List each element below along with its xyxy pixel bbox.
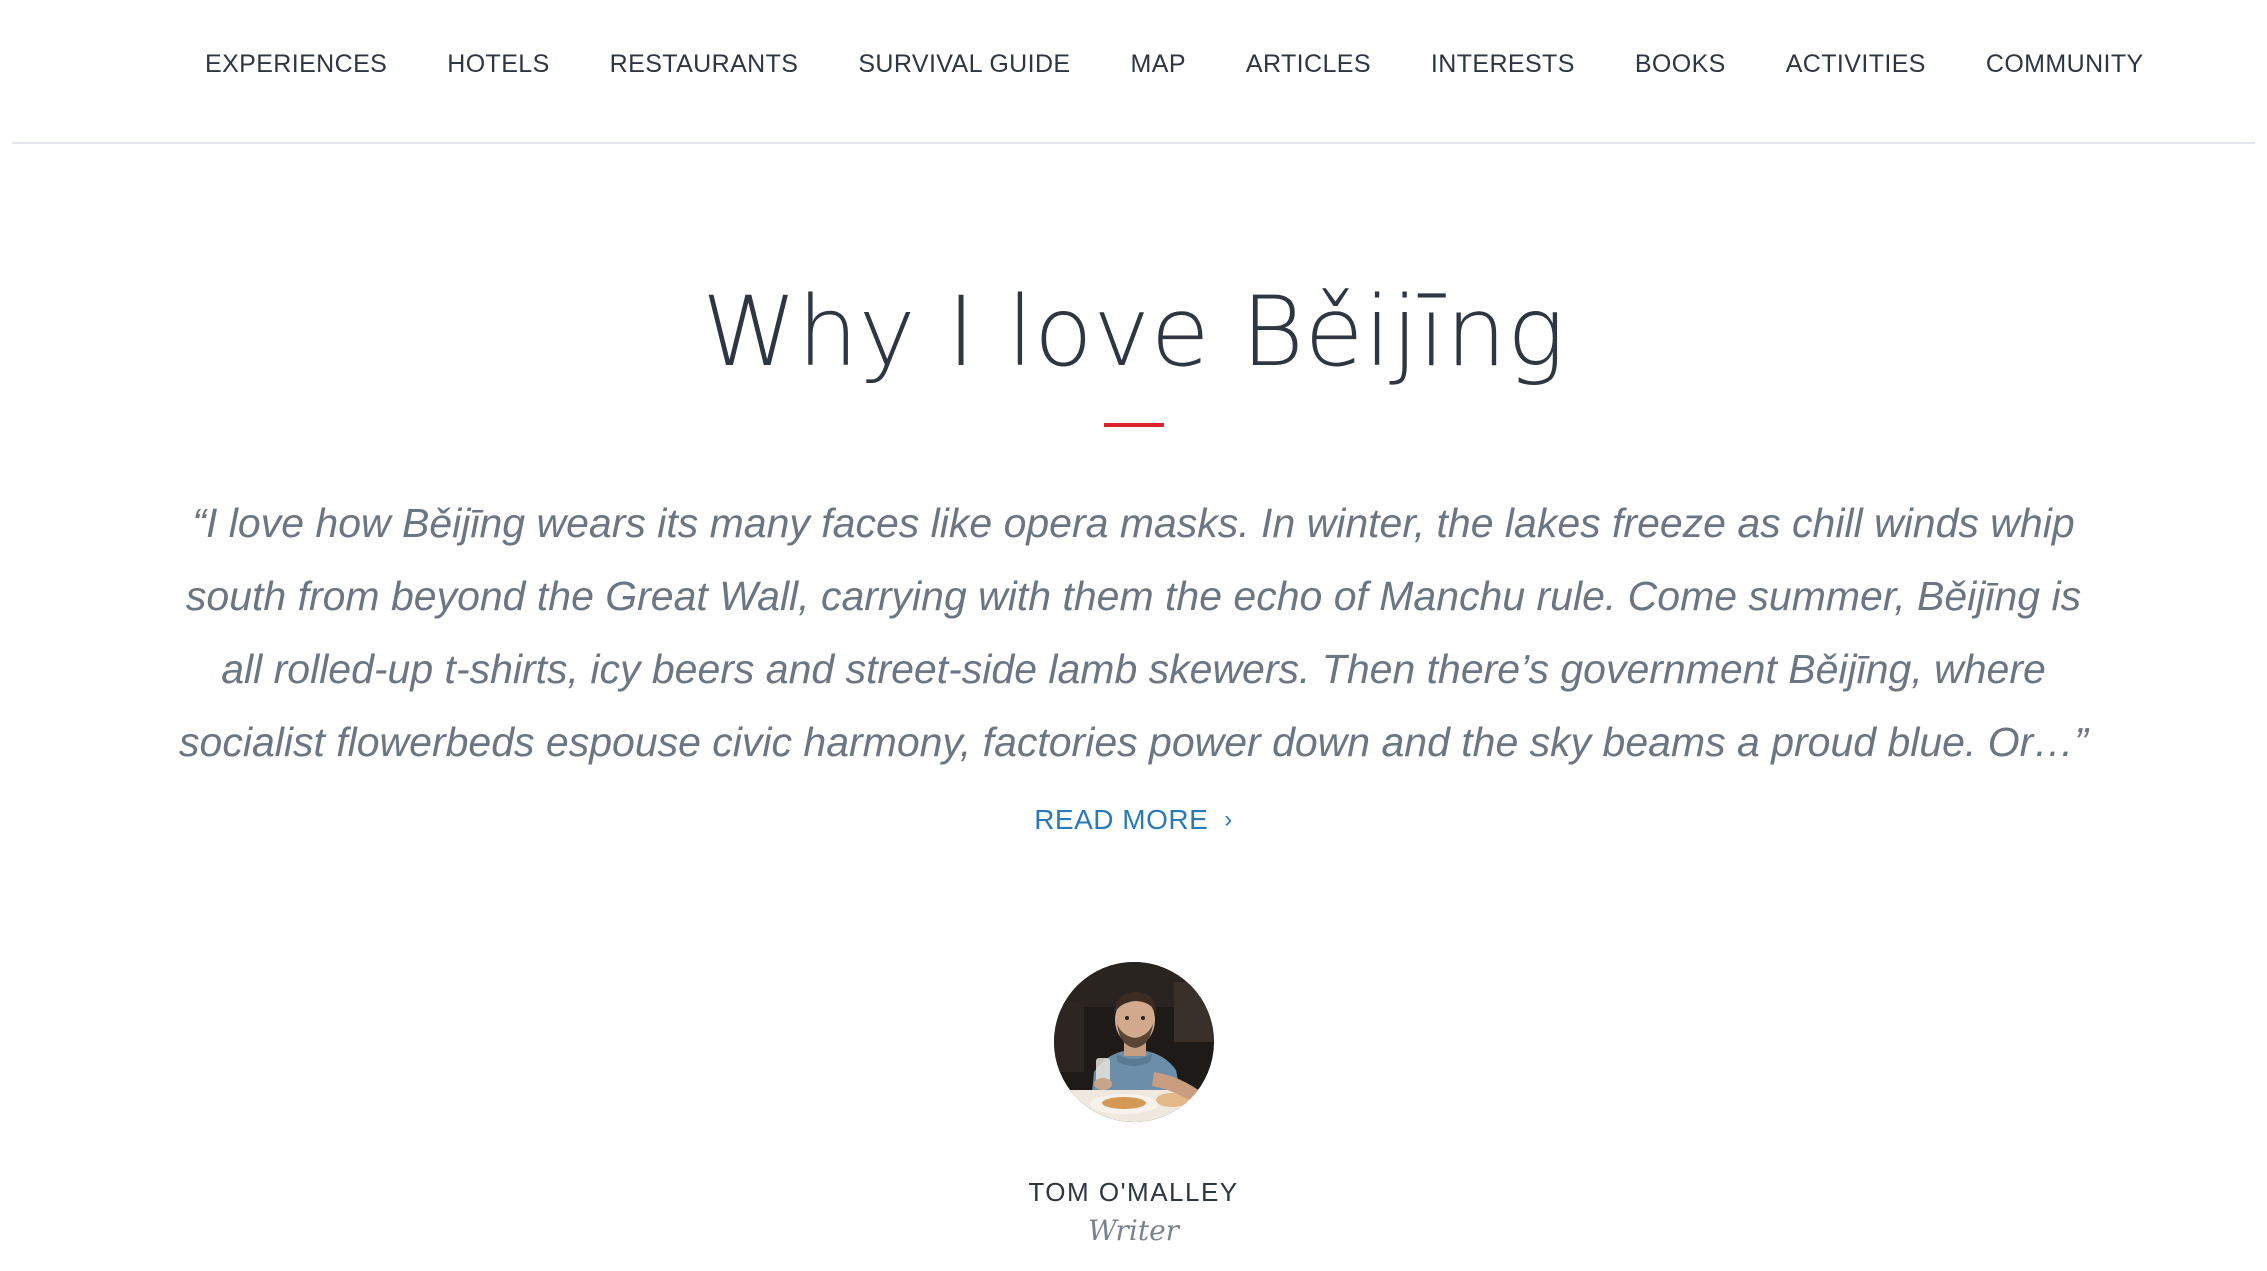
read-more-link[interactable]: READ MORE › [0,800,2267,842]
article-quote: “I love how Běijīng wears its many faces… [179,500,2088,765]
page-title: Why I love Běijīng [701,276,1566,388]
top-navigation: EXPERIENCES HOTELS RESTAURANTS SURVIVAL … [12,0,2255,144]
title-divider [1104,423,1164,427]
nav-item-survival-guide[interactable]: SURVIVAL GUIDE [858,46,1070,82]
nav-item-restaurants[interactable]: RESTAURANTS [610,46,799,82]
author-photo [1054,962,1214,1122]
nav-item-activities[interactable]: ACTIVITIES [1786,46,1926,82]
author-avatar[interactable] [1054,962,1214,1122]
nav-item-map[interactable]: MAP [1131,46,1186,82]
nav-item-articles[interactable]: ARTICLES [1246,46,1371,82]
author-name[interactable]: TOM O'MALLEY [0,1174,2267,1210]
nav-item-experiences[interactable]: EXPERIENCES [205,46,387,82]
author-role: Writer [1087,1214,1180,1247]
nav-item-hotels[interactable]: HOTELS [447,46,549,82]
nav-list: EXPERIENCES HOTELS RESTAURANTS SURVIVAL … [205,46,2144,82]
nav-item-interests[interactable]: INTERESTS [1431,46,1575,82]
nav-item-books[interactable]: BOOKS [1635,46,1726,82]
read-more-label: READ MORE [1034,804,1209,835]
nav-item-community[interactable]: COMMUNITY [1986,46,2144,82]
chevron-right-icon: › [1224,806,1233,833]
